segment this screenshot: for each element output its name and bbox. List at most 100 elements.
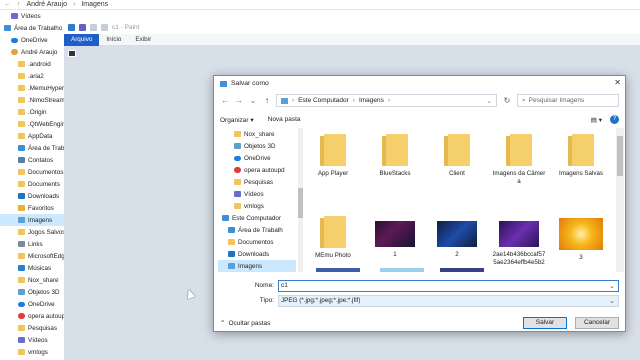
tree-item[interactable]: OneDrive [218,152,296,164]
undo-icon[interactable] [90,23,97,31]
image-thumbnail [437,221,477,247]
tree-item[interactable]: Vídeos [0,10,64,22]
nav-scrollbar-thumb[interactable] [298,188,303,218]
tree-item[interactable]: Pesquisas [218,176,296,188]
tree-item[interactable]: Downloads [218,248,296,260]
tree-item[interactable]: .Origin [0,106,64,118]
file-label: 3 [579,254,583,261]
chevron-down-icon[interactable]: ⌄ [487,97,492,105]
image-file-item[interactable]: 2ae14b436bccaf575ae2364effb4e5b2 [492,214,546,272]
back-arrow-icon[interactable]: ← [220,96,230,105]
folder-item[interactable]: Imagens Salvas [554,132,608,196]
tree-item[interactable]: .android [0,58,64,70]
tree-item[interactable]: .MemuHyperv [0,82,64,94]
breadcrumb-folder[interactable]: Imagens [81,1,108,8]
tree-item[interactable]: Nox_share [0,274,64,286]
image-thumbnail[interactable] [316,268,360,272]
breadcrumb-user[interactable]: André Araujo [27,1,67,8]
contacts-icon [18,157,25,163]
tree-item[interactable]: Imagens [218,260,296,272]
dialog-fields: Nome: c1 ⌄ Tipo: JPEG (*.jpg;*.jpeg;*.jp… [220,279,619,309]
tree-item[interactable]: Objetos 3D [0,286,64,298]
redo-icon[interactable] [101,23,108,31]
up-arrow-icon[interactable]: ↑ [262,96,272,105]
tab-file[interactable]: Arquivo [64,33,100,46]
file-name-field[interactable]: c1 ⌄ [278,279,619,292]
hide-folders-toggle[interactable]: ⌃ Ocultar pastas [220,319,271,328]
tree-item[interactable]: .QtWebEngine [0,118,64,130]
folder-item[interactable]: BlueStacks [368,132,422,196]
tree-item[interactable]: Vídeos [0,334,64,346]
tree-item[interactable]: Músicas [0,262,64,274]
refresh-icon[interactable]: ↻ [501,96,513,105]
folder-item[interactable]: MEmu Photo [306,214,360,272]
organize-button[interactable]: Organizar ▾ [220,116,254,124]
files-scrollbar[interactable] [616,128,624,272]
tree-item[interactable]: vmlogs [0,346,64,358]
hide-folders-label: Ocultar pastas [228,319,271,327]
back-arrow-icon[interactable]: ← [4,1,11,8]
tree-item[interactable]: Este Computador [218,212,296,224]
view-options-icon[interactable]: ▤ ▾ [591,116,602,124]
tree-item[interactable]: Vídeos [218,188,296,200]
image-file-item[interactable]: 1 [368,214,422,272]
folder-item[interactable]: Imagens da Câmera [492,132,546,196]
chevron-down-icon[interactable]: ⌄ [248,96,258,105]
tree-item[interactable]: Downloads [0,190,64,202]
tree-item[interactable]: vmlogs [218,200,296,212]
tree-item[interactable]: Links [0,238,64,250]
tree-item[interactable]: .NimoStream [0,94,64,106]
tree-item[interactable]: OneDrive [0,298,64,310]
tree-item[interactable]: Objetos 3D [218,140,296,152]
nav-scrollbar[interactable] [298,128,303,272]
chevron-down-icon[interactable]: ⌄ [609,282,615,290]
tree-item[interactable]: André Araujo [0,46,64,58]
tree-item[interactable]: Área de Trabalh [218,224,296,236]
computer-icon [222,215,229,221]
search-input[interactable]: ⌕ Pesquisar Imagens [517,94,619,107]
folder-item[interactable]: App Player [306,132,360,196]
tab-home[interactable]: Início [99,34,128,46]
paint-canvas[interactable] [68,50,76,57]
chevron-down-icon: ⌄ [609,297,615,305]
explorer-address-bar[interactable]: ← ↑ André Araujo › Imagens [0,0,640,10]
tree-item[interactable]: OneDrive [0,34,64,46]
tree-item[interactable]: Documentos [218,236,296,248]
tree-item[interactable]: AppData [0,130,64,142]
tree-item[interactable]: MicrosoftEdge [0,250,64,262]
close-icon[interactable]: ✕ [614,78,621,87]
tree-item[interactable]: Área de Trabal [0,142,64,154]
tree-item[interactable]: Imagens [0,214,64,226]
folder-icon [18,253,25,259]
image-thumbnail[interactable] [440,268,484,272]
cancel-button[interactable]: Cancelar [575,317,619,329]
dialog-address-box[interactable]: › Este Computador › Imagens › ⌄ [276,94,497,107]
image-file-item[interactable]: 3 [554,214,608,272]
tree-item[interactable]: Área de Trabalho [0,22,64,34]
tree-item[interactable]: opera autoupd [0,310,64,322]
tree-item[interactable]: Documentos [0,166,64,178]
save-as-dialog: Salvar como ✕ ← → ⌄ ↑ › Este Computador … [213,75,626,332]
new-folder-button[interactable]: Nova pasta [268,116,301,123]
address-segment-pictures[interactable]: Imagens [359,97,384,104]
help-icon[interactable]: ? [610,115,619,124]
tree-item[interactable]: Jogos Salvos [0,226,64,238]
folder-item[interactable]: Client [430,132,484,196]
tree-item[interactable]: Contatos [0,154,64,166]
tree-item[interactable]: Pesquisas [0,322,64,334]
image-thumbnail[interactable] [380,268,424,272]
forward-arrow-icon[interactable]: → [234,96,244,105]
tab-view[interactable]: Exibir [128,34,158,46]
files-scrollbar-thumb[interactable] [617,136,623,176]
file-type-select[interactable]: JPEG (*.jpg;*.jpeg;*.jpe;*.jfif) ⌄ [278,294,619,307]
tree-item[interactable]: Documents [0,178,64,190]
tree-item[interactable]: opera autoupd [218,164,296,176]
tree-item[interactable]: Nox_share [218,128,296,140]
save-icon[interactable] [79,23,86,31]
tree-item[interactable]: Favoritos [0,202,64,214]
image-file-item[interactable]: 2 [430,214,484,272]
tree-item[interactable]: .aria2 [0,70,64,82]
save-button[interactable]: Salvar [523,317,567,329]
address-segment-computer[interactable]: Este Computador [298,97,349,104]
up-arrow-icon[interactable]: ↑ [17,1,21,8]
